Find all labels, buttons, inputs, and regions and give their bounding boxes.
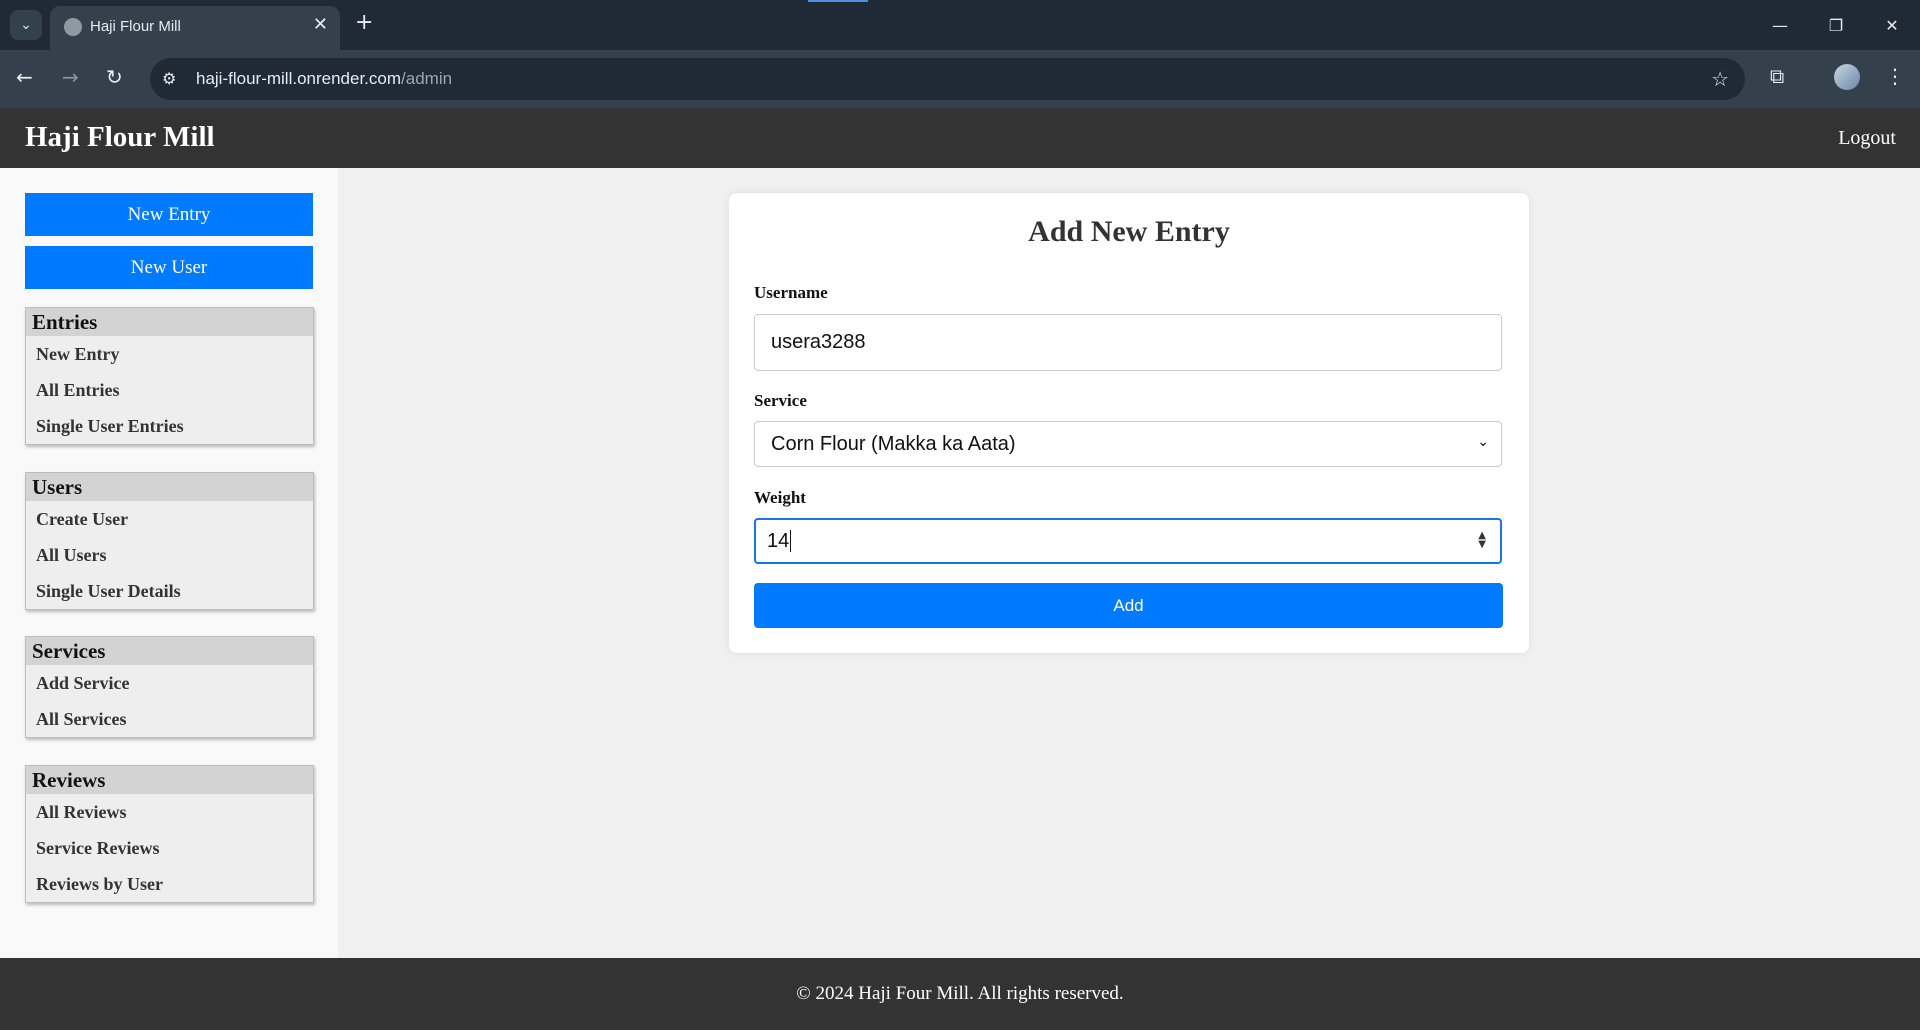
sidebar-item-reviews-by-user[interactable]: Reviews by User (26, 866, 313, 902)
group-title: Users (26, 473, 313, 501)
users-group: Users Create User All Users Single User … (25, 472, 314, 610)
reviews-group: Reviews All Reviews Service Reviews Revi… (25, 765, 314, 903)
username-label: Username (754, 283, 828, 302)
username-input[interactable]: usera3288 (754, 314, 1502, 371)
sidebar-item-all-entries[interactable]: All Entries (26, 372, 313, 408)
weight-input[interactable]: 14 ▲ ▼ (754, 518, 1502, 564)
close-window-icon[interactable]: ✕ (1864, 0, 1920, 50)
text-caret (790, 530, 792, 552)
restore-icon[interactable]: ❐ (1808, 0, 1864, 50)
service-label: Service (754, 391, 807, 410)
services-group: Services Add Service All Services (25, 636, 314, 738)
minimize-icon[interactable]: — (1752, 0, 1808, 50)
sidebar-item-create-user[interactable]: Create User (26, 501, 313, 537)
menu-icon[interactable]: ⋮ (1885, 64, 1905, 88)
service-select[interactable]: Corn Flour (Makka ka Aata) ⌄ (754, 421, 1502, 467)
sidebar-item-all-services[interactable]: All Services (26, 701, 313, 737)
sidebar-item-add-service[interactable]: Add Service (26, 665, 313, 701)
chevron-down-icon: ⌄ (1477, 434, 1489, 450)
number-spinner-icon[interactable]: ▲ ▼ (1478, 531, 1486, 550)
sidebar-item-all-users[interactable]: All Users (26, 537, 313, 573)
sidebar-item-all-reviews[interactable]: All Reviews (26, 794, 313, 830)
site-footer: © 2024 Haji Four Mill. All rights reserv… (0, 958, 1920, 1030)
entries-group: Entries New Entry All Entries Single Use… (25, 307, 314, 445)
sidebar: New Entry New User Entries New Entry All… (0, 168, 338, 958)
site-header: Haji Flour Mill Logout (0, 108, 1920, 168)
address-bar[interactable]: ⚙ haji-flour-mill.onrender.com/admin ☆ (150, 58, 1745, 100)
new-tab-icon[interactable]: + (355, 10, 373, 35)
tab-search-icon[interactable]: ⌄ (10, 10, 42, 40)
sidebar-item-new-entry[interactable]: New Entry (26, 336, 313, 372)
reload-icon[interactable]: ↻ (106, 65, 123, 89)
sidebar-item-single-user-entries[interactable]: Single User Entries (26, 408, 313, 444)
new-user-button[interactable]: New User (25, 246, 313, 289)
service-value: Corn Flour (Makka ka Aata) (771, 432, 1016, 455)
brand-title: Haji Flour Mill (25, 121, 215, 153)
back-icon[interactable]: ← (16, 65, 33, 89)
add-button[interactable]: Add (754, 583, 1503, 628)
browser-toolbar: ← → ↻ ⚙ haji-flour-mill.onrender.com/adm… (0, 50, 1920, 108)
tab-indicator (808, 0, 868, 2)
username-value: usera3288 (771, 331, 866, 353)
close-tab-icon[interactable]: ✕ (313, 14, 328, 35)
form-title: Add New Entry (1028, 215, 1230, 248)
extensions-icon[interactable]: ⧉ (1770, 64, 1784, 88)
browser-tab-bar: ⌄ Haji Flour Mill ✕ + — ❐ ✕ (0, 0, 1920, 50)
profile-avatar[interactable] (1834, 64, 1860, 90)
weight-label: Weight (754, 488, 806, 507)
browser-tab[interactable]: Haji Flour Mill ✕ (50, 6, 340, 50)
tab-title: Haji Flour Mill (90, 18, 181, 35)
bookmark-star-icon[interactable]: ☆ (1711, 67, 1729, 91)
sidebar-item-single-user-details[interactable]: Single User Details (26, 573, 313, 609)
sidebar-item-service-reviews[interactable]: Service Reviews (26, 830, 313, 866)
site-settings-icon[interactable]: ⚙ (162, 69, 176, 88)
logout-link[interactable]: Logout (1838, 127, 1896, 150)
group-title: Reviews (26, 766, 313, 794)
footer-text: © 2024 Haji Four Mill. All rights reserv… (796, 983, 1124, 1004)
new-entry-button[interactable]: New Entry (25, 193, 313, 236)
add-entry-card: Add New Entry Username usera3288 Service… (729, 193, 1529, 653)
group-title: Entries (26, 308, 313, 336)
forward-icon[interactable]: → (62, 65, 79, 89)
globe-icon (64, 18, 82, 36)
weight-value: 14 (767, 529, 790, 552)
url-text: haji-flour-mill.onrender.com/admin (196, 69, 453, 88)
group-title: Services (26, 637, 313, 665)
